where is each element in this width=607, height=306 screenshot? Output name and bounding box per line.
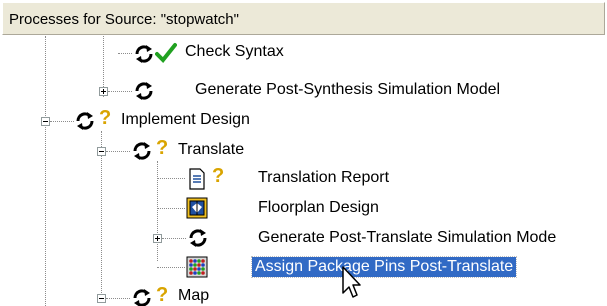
question-mark-icon: ? (212, 165, 225, 187)
panel-header: Processes for Source: "stopwatch" (2, 2, 605, 35)
question-mark-icon: ? (156, 137, 169, 159)
tree-item-label: Translate (178, 141, 245, 158)
refresh-icon (135, 82, 153, 100)
refresh-icon (133, 142, 151, 160)
mouse-cursor-icon (342, 266, 361, 298)
expand-toggle[interactable] (99, 87, 108, 96)
tree-item-label: Floorplan Design (258, 199, 379, 216)
tree-item-translation-report[interactable]: ? Translation Report (0, 164, 607, 194)
tree-item-generate-post-synthesis[interactable]: Generate Post-Synthesis Simulation Model (0, 76, 607, 106)
tree-item-label: Translation Report (258, 169, 390, 186)
expand-toggle[interactable] (153, 234, 162, 243)
tree-item-label: Assign Package Pins Post-Translate (250, 256, 518, 278)
report-document-icon (189, 168, 205, 190)
checkmark-icon (155, 43, 177, 63)
question-mark-icon: ? (156, 284, 169, 306)
tree-item-label: Generate Post-Synthesis Simulation Model (195, 81, 501, 98)
floorplan-icon (186, 197, 208, 219)
processes-panel: Processes for Source: "stopwatch" Check … (0, 0, 607, 306)
panel-title: Processes for Source: "stopwatch" (9, 11, 239, 28)
tree-item-translate[interactable]: ? Translate (0, 136, 607, 166)
collapse-toggle[interactable] (97, 294, 106, 303)
tree-item-assign-package-pins[interactable]: Assign Package Pins Post-Translate (0, 253, 607, 283)
refresh-icon (76, 112, 94, 130)
package-pins-icon (186, 256, 208, 278)
refresh-icon (135, 45, 153, 63)
tree-item-label: Generate Post-Translate Simulation Mode (258, 229, 557, 246)
question-mark-icon: ? (99, 107, 112, 129)
tree-item-label: Implement Design (121, 111, 250, 128)
refresh-icon (133, 289, 151, 306)
tree-item-label: Map (178, 287, 210, 304)
refresh-icon (189, 229, 207, 247)
collapse-toggle[interactable] (41, 117, 50, 126)
process-tree[interactable]: Check Syntax Generate Post-Synthesis Sim… (0, 36, 607, 306)
tree-item-check-syntax[interactable]: Check Syntax (0, 38, 607, 68)
tree-item-map[interactable]: ? Map (0, 282, 607, 306)
tree-item-label: Check Syntax (185, 43, 284, 60)
tree-item-implement-design[interactable]: ? Implement Design (0, 106, 607, 136)
tree-item-floorplan-design[interactable]: Floorplan Design (0, 194, 607, 224)
tree-item-generate-post-translate[interactable]: Generate Post-Translate Simulation Mode (0, 224, 607, 254)
collapse-toggle[interactable] (97, 147, 106, 156)
